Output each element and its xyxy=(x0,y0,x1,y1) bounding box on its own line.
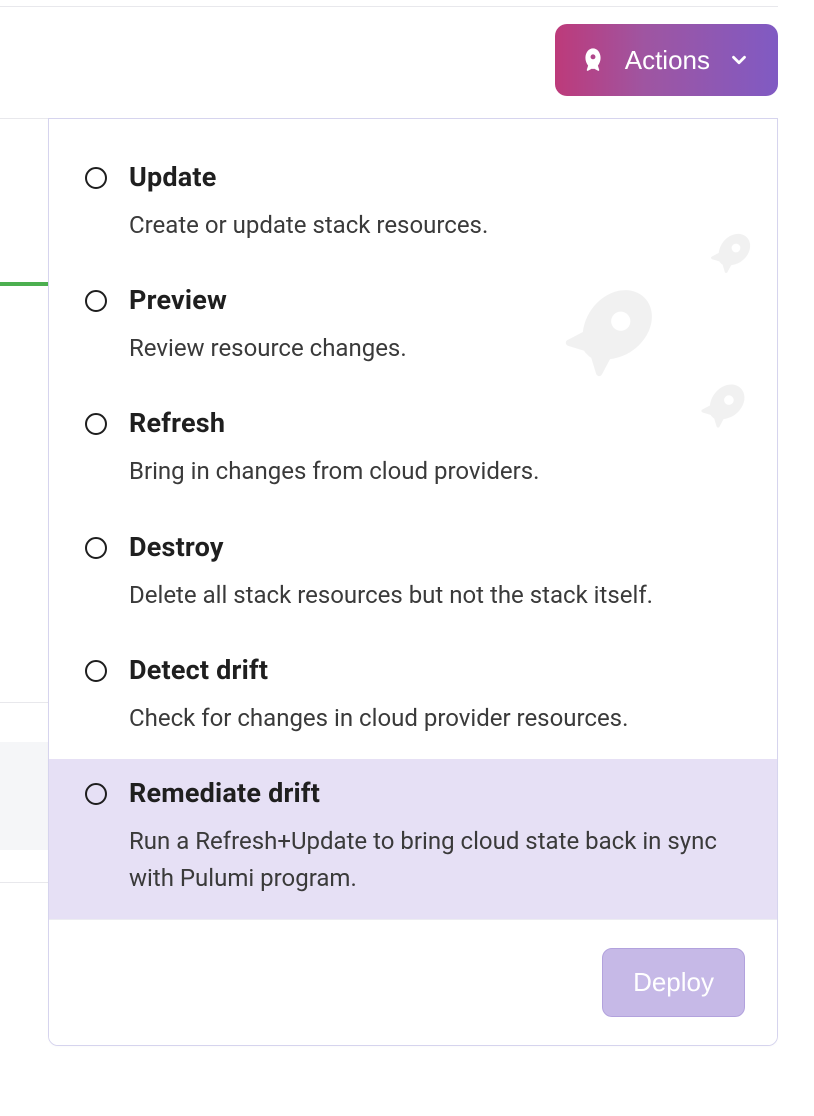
action-option-update[interactable]: Update Create or update stack resources. xyxy=(49,143,777,266)
radio-icon xyxy=(85,413,107,435)
action-option-description: Check for changes in cloud provider reso… xyxy=(129,700,741,737)
action-option-description: Review resource changes. xyxy=(129,330,741,367)
action-option-description: Bring in changes from cloud providers. xyxy=(129,453,741,490)
actions-options-list: Update Create or update stack resources.… xyxy=(49,119,777,919)
action-option-title: Preview xyxy=(129,284,741,316)
radio-icon xyxy=(85,537,107,559)
deploy-button[interactable]: Deploy xyxy=(602,948,745,1017)
action-option-destroy[interactable]: Destroy Delete all stack resources but n… xyxy=(49,513,777,636)
action-option-description: Run a Refresh+Update to bring cloud stat… xyxy=(129,823,741,897)
action-option-title: Remediate drift xyxy=(129,777,741,809)
bg-divider xyxy=(0,882,48,883)
actions-button-label: Actions xyxy=(625,45,710,76)
action-option-refresh[interactable]: Refresh Bring in changes from cloud prov… xyxy=(49,389,777,512)
action-option-remediate-drift[interactable]: Remediate drift Run a Refresh+Update to … xyxy=(49,759,777,919)
background-left-strip xyxy=(0,118,48,1116)
actions-button[interactable]: Actions xyxy=(555,24,778,96)
radio-icon xyxy=(85,783,107,805)
radio-icon xyxy=(85,167,107,189)
radio-icon xyxy=(85,660,107,682)
action-option-title: Update xyxy=(129,161,741,193)
action-option-description: Delete all stack resources but not the s… xyxy=(129,577,741,614)
action-option-title: Refresh xyxy=(129,407,741,439)
action-option-title: Destroy xyxy=(129,531,741,563)
tab-underline xyxy=(0,282,48,286)
bg-divider xyxy=(0,702,48,703)
action-option-preview[interactable]: Preview Review resource changes. xyxy=(49,266,777,389)
bg-gray-row xyxy=(0,742,48,850)
rocket-icon xyxy=(579,46,607,74)
top-divider xyxy=(0,6,778,7)
radio-icon xyxy=(85,290,107,312)
action-option-detect-drift[interactable]: Detect drift Check for changes in cloud … xyxy=(49,636,777,759)
chevron-down-icon xyxy=(728,49,750,71)
action-option-description: Create or update stack resources. xyxy=(129,207,741,244)
actions-panel-footer: Deploy xyxy=(49,919,777,1045)
action-option-title: Detect drift xyxy=(129,654,741,686)
deploy-button-label: Deploy xyxy=(633,967,714,997)
actions-dropdown-panel: Update Create or update stack resources.… xyxy=(48,118,778,1046)
